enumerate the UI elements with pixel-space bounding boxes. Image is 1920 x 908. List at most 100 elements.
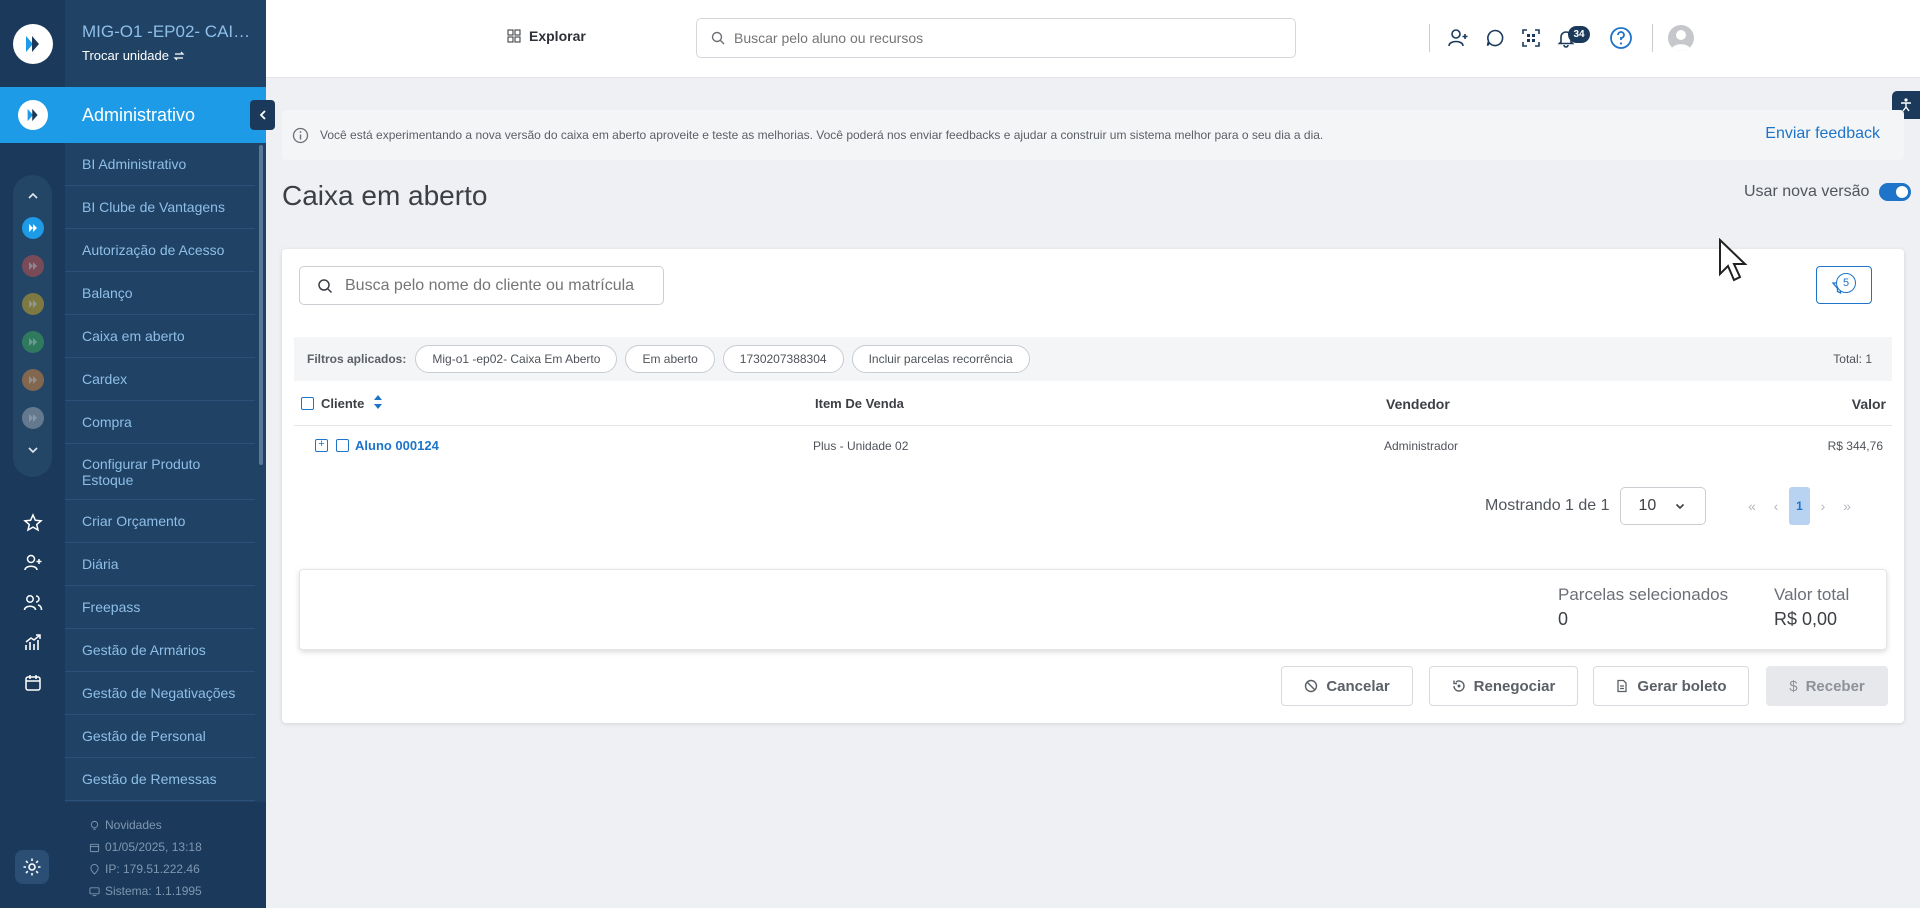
chevron-left-icon xyxy=(259,110,266,120)
table-row[interactable]: + Aluno 000124 Plus - Unidade 02 Adminis… xyxy=(294,426,1892,468)
qr-code-icon[interactable] xyxy=(1519,26,1543,50)
menu-scrollbar[interactable] xyxy=(259,145,263,465)
pagination-info: Mostrando 1 de 1 10 xyxy=(1485,487,1706,525)
column-header-value[interactable]: Valor xyxy=(1852,396,1886,412)
star-icon[interactable] xyxy=(22,503,43,543)
receive-label: Receber xyxy=(1805,677,1865,695)
menu-item-gestao-personal[interactable]: Gestão de Personal xyxy=(65,715,255,758)
module-dot-1[interactable] xyxy=(21,217,44,239)
total-value-amount: R$ 0,00 xyxy=(1774,609,1838,629)
first-page-button[interactable]: « xyxy=(1740,498,1764,514)
collapse-sidebar-button[interactable] xyxy=(250,100,275,130)
selection-summary: Parcelas selecionados 0 Valor total R$ 0… xyxy=(299,569,1887,650)
client-search-input[interactable] xyxy=(345,276,645,295)
help-icon[interactable] xyxy=(1609,26,1633,50)
section-title: Administrativo xyxy=(65,87,275,143)
selected-label: Parcelas selecionados xyxy=(1558,585,1729,604)
filter-chip[interactable]: Mig-o1 -ep02- Caixa Em Aberto xyxy=(415,345,618,373)
generate-boleto-button[interactable]: Gerar boleto xyxy=(1593,666,1749,706)
renegotiate-button[interactable]: Renegociar xyxy=(1429,666,1578,706)
menu-item-cardex[interactable]: Cardex xyxy=(65,358,255,401)
location-pin-icon xyxy=(90,863,99,875)
sort-icon[interactable] xyxy=(372,393,384,411)
menu-item-diaria[interactable]: Diária xyxy=(65,543,255,586)
last-page-button[interactable]: » xyxy=(1835,498,1859,514)
menu-item-gestao-remessas[interactable]: Gestão de Remessas xyxy=(65,758,255,801)
filter-chip[interactable]: 1730207388304 xyxy=(722,345,844,373)
global-search-input[interactable] xyxy=(734,30,1274,46)
menu-item-autorizacao-acesso[interactable]: Autorização de Acesso xyxy=(65,229,255,272)
receive-button[interactable]: $ Receber xyxy=(1766,666,1888,706)
column-header-seller[interactable]: Vendedor xyxy=(1386,396,1450,412)
module-switcher xyxy=(13,175,52,477)
logo-icon xyxy=(25,35,39,52)
menu-item-bi-administrativo[interactable]: BI Administrativo xyxy=(65,143,255,186)
menu-item-criar-orcamento[interactable]: Criar Orçamento xyxy=(65,500,255,543)
calendar-icon[interactable] xyxy=(23,663,43,703)
module-dot-5[interactable] xyxy=(21,369,44,391)
column-header-item[interactable]: Item De Venda xyxy=(815,396,904,411)
rail-shortcuts xyxy=(0,503,65,703)
global-search[interactable] xyxy=(696,18,1296,58)
new-version-toggle[interactable] xyxy=(1879,183,1912,201)
open-cash-card: 5 Filtros aplicados: Mig-o1 -ep02- Caixa… xyxy=(282,249,1904,723)
column-header-client[interactable]: Cliente xyxy=(321,396,364,411)
menu-item-compra[interactable]: Compra xyxy=(65,401,255,444)
menu-item-gestao-armarios[interactable]: Gestão de Armários xyxy=(65,629,255,672)
page-button-current[interactable]: 1 xyxy=(1789,487,1810,525)
total-value-label: Valor total xyxy=(1774,585,1850,604)
module-administrativo[interactable] xyxy=(0,87,65,143)
menu-item-bi-clube-vantagens[interactable]: BI Clube de Vantagens xyxy=(65,186,255,229)
select-all-checkbox[interactable] xyxy=(301,397,314,410)
sidebar-menu: MIG-O1 -EP02- CAIX... Trocar unidade Adm… xyxy=(65,0,275,908)
menu-item-configurar-produto-estoque[interactable]: Configurar Produto Estoque xyxy=(65,444,255,500)
menu-item-balanco[interactable]: Balanço xyxy=(65,272,255,315)
dollar-icon: $ xyxy=(1789,677,1798,695)
menu-item-caixa-em-aberto[interactable]: Caixa em aberto xyxy=(65,315,255,358)
new-version-banner: Você está experimentando a nova versão d… xyxy=(282,110,1904,160)
chat-icon[interactable] xyxy=(1483,26,1507,50)
chevron-down-icon[interactable] xyxy=(26,437,40,463)
module-dot-6[interactable] xyxy=(21,407,44,429)
footer-news[interactable]: Novidades xyxy=(89,814,266,836)
add-user-icon[interactable] xyxy=(1446,26,1470,50)
cancel-button[interactable]: Cancelar xyxy=(1281,666,1413,706)
add-user-icon[interactable] xyxy=(23,543,43,583)
client-link[interactable]: Aluno 000124 xyxy=(355,438,439,453)
header-divider xyxy=(1652,24,1653,52)
users-icon[interactable] xyxy=(23,583,43,623)
applied-filters-label: Filtros aplicados: xyxy=(307,352,407,366)
search-icon xyxy=(711,31,725,45)
chart-growth-icon[interactable] xyxy=(23,623,43,663)
module-dot-2[interactable] xyxy=(21,255,44,277)
expand-row-icon[interactable]: + xyxy=(315,439,328,452)
search-icon xyxy=(318,278,333,293)
next-page-button[interactable]: › xyxy=(1811,498,1835,514)
renegotiate-icon xyxy=(1452,680,1465,692)
chevron-up-icon[interactable] xyxy=(26,183,40,209)
client-search[interactable] xyxy=(299,266,664,305)
unit-switch-label: Trocar unidade xyxy=(82,48,169,63)
app-logo[interactable] xyxy=(0,0,65,87)
grid-icon xyxy=(507,29,521,43)
filter-chip[interactable]: Incluir parcelas recorrência xyxy=(851,345,1030,373)
explore-button[interactable]: Explorar xyxy=(507,28,586,44)
avatar[interactable] xyxy=(1668,25,1694,51)
module-dot-4[interactable] xyxy=(21,331,44,353)
gear-icon xyxy=(23,858,41,876)
new-version-toggle-group: Usar nova versão xyxy=(1744,183,1912,201)
unit-selector[interactable]: MIG-O1 -EP02- CAIX... Trocar unidade xyxy=(65,0,266,87)
settings-button[interactable] xyxy=(15,850,49,884)
page-size-select[interactable]: 10 xyxy=(1619,487,1706,525)
row-checkbox[interactable] xyxy=(336,439,349,452)
block-icon xyxy=(1305,679,1318,693)
menu-item-gestao-negativacoes[interactable]: Gestão de Negativações xyxy=(65,672,255,715)
prev-page-button[interactable]: ‹ xyxy=(1764,498,1788,514)
cell-seller: Administrador xyxy=(1384,439,1459,453)
footer-date: 01/05/2025, 13:18 xyxy=(89,836,266,858)
filter-chip[interactable]: Em aberto xyxy=(625,345,715,373)
module-dot-3[interactable] xyxy=(21,293,44,315)
menu-item-freepass[interactable]: Freepass xyxy=(65,586,255,629)
send-feedback-link[interactable]: Enviar feedback xyxy=(1765,125,1880,143)
unit-switch-link[interactable]: Trocar unidade xyxy=(82,48,266,63)
